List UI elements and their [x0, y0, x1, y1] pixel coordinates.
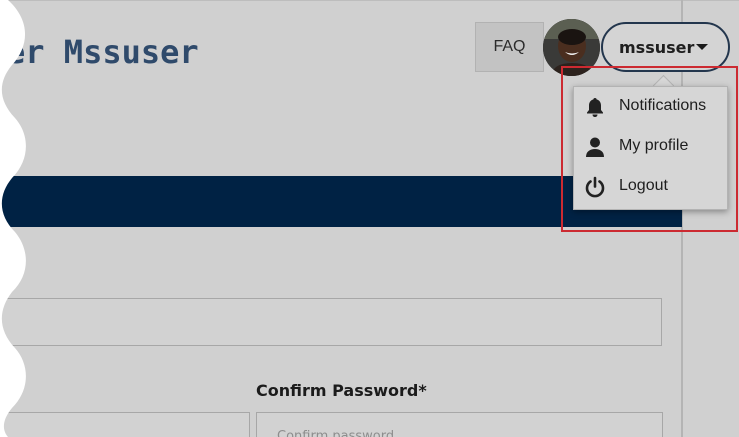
password-input[interactable] [0, 298, 662, 346]
chevron-down-icon [696, 44, 708, 50]
power-icon [585, 176, 605, 198]
menu-item-my-profile[interactable]: My profile [574, 127, 729, 167]
menu-item-label: Notifications [619, 97, 707, 114]
menu-item-notifications[interactable]: Notifications [574, 87, 729, 127]
user-menu-button[interactable]: mssuser [601, 22, 730, 72]
avatar[interactable] [543, 19, 600, 76]
torn-edge [0, 0, 26, 437]
user-dropdown-menu: Notifications My profile Logout [573, 86, 728, 210]
username-label: mssuser [619, 37, 695, 57]
menu-item-label: Logout [619, 177, 668, 194]
page-background: er Mssuser Confirm Password* Confirm pas… [0, 0, 739, 437]
person-icon [586, 137, 604, 157]
confirm-password-label: Confirm Password* [256, 381, 427, 400]
menu-item-label: My profile [619, 137, 689, 154]
faq-button[interactable]: FAQ [475, 22, 544, 72]
bell-icon [587, 98, 603, 117]
top-divider [0, 0, 739, 1]
confirm-password-input[interactable]: Confirm password [256, 412, 663, 437]
menu-item-logout[interactable]: Logout [574, 167, 729, 207]
user-avatar-photo-icon [543, 19, 600, 76]
